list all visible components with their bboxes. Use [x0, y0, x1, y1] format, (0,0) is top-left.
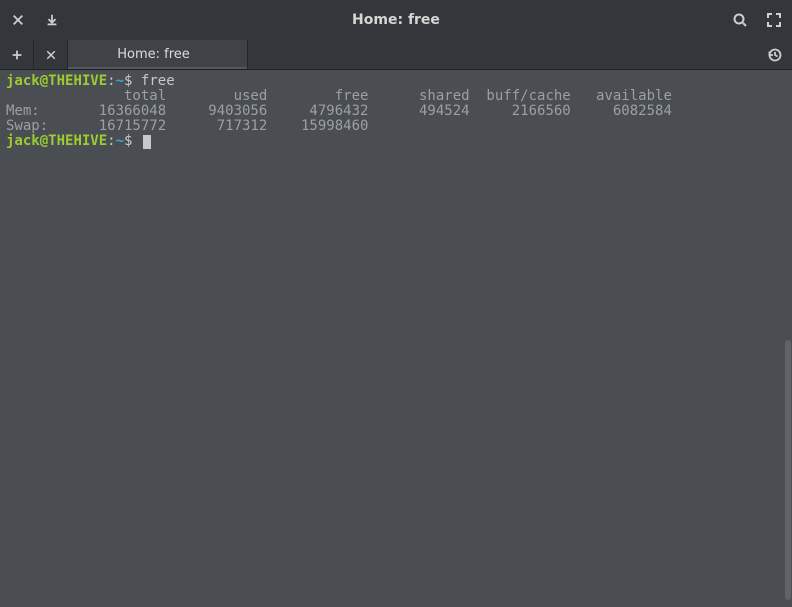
cursor: [143, 135, 151, 149]
prompt-sigil: $: [124, 74, 132, 89]
prompt-at: @: [40, 74, 48, 89]
command-text: free: [141, 74, 175, 89]
close-icon[interactable]: [10, 12, 26, 28]
prompt-user: jack: [6, 74, 40, 89]
prompt-path: ~: [116, 133, 124, 149]
history-icon[interactable]: [758, 40, 792, 69]
fullscreen-icon[interactable]: [766, 12, 782, 28]
prompt-host: THEHIVE: [48, 133, 107, 149]
prompt-sigil: $: [124, 133, 132, 149]
search-icon[interactable]: [732, 12, 748, 28]
tab-bar: Home: free: [0, 40, 792, 70]
terminal-window: Home: free Home: free jack@THEHIVE:~$ fr…: [0, 0, 792, 607]
output-header: total used free shared buff/cache availa…: [6, 88, 672, 104]
tab-active[interactable]: Home: free: [68, 40, 248, 69]
prompt-colon: :: [107, 74, 115, 89]
scrollbar[interactable]: [785, 340, 791, 600]
prompt-host: THEHIVE: [48, 74, 107, 89]
titlebar: Home: free: [0, 0, 792, 40]
prompt-user: jack: [6, 133, 40, 149]
output-swap: Swap: 16715772 717312 15998460: [6, 118, 368, 134]
output-mem: Mem: 16366048 9403056 4796432 494524 216…: [6, 103, 672, 119]
tab-label: Home: free: [117, 47, 190, 62]
download-icon[interactable]: [44, 12, 60, 28]
window-title: Home: free: [60, 12, 732, 28]
close-tab-button[interactable]: [34, 40, 68, 69]
prompt-path: ~: [116, 74, 124, 89]
terminal-output: jack@THEHIVE:~$ free total used free sha…: [6, 74, 786, 601]
terminal-area[interactable]: jack@THEHIVE:~$ free total used free sha…: [0, 70, 792, 607]
new-tab-button[interactable]: [0, 40, 34, 69]
prompt-at: @: [40, 133, 48, 149]
tab-spacer: [248, 40, 758, 69]
prompt-colon: :: [107, 133, 115, 149]
